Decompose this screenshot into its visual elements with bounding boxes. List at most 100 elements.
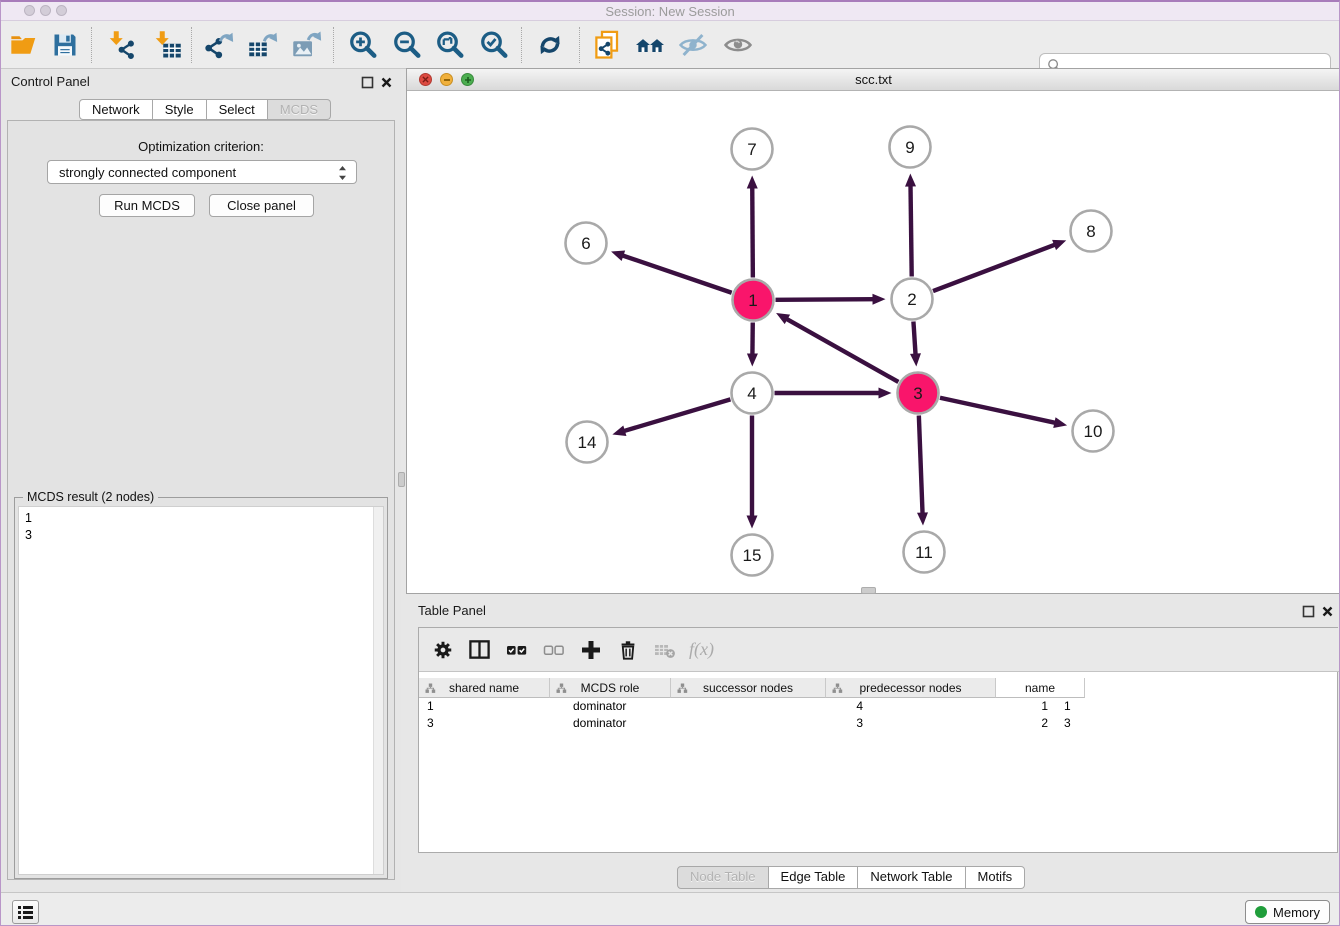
float-panel-icon[interactable] bbox=[361, 76, 374, 89]
function-icon: f(x) bbox=[689, 639, 714, 660]
open-session-button[interactable] bbox=[5, 28, 41, 62]
delete-column-button[interactable] bbox=[612, 634, 643, 665]
tab-network[interactable]: Network bbox=[79, 99, 153, 120]
cell-predecessor-nodes[interactable]: 2 bbox=[871, 715, 1056, 732]
tab-network-table[interactable]: Network Table bbox=[858, 866, 965, 889]
select-all-button[interactable] bbox=[501, 634, 532, 665]
import-network-button[interactable] bbox=[103, 28, 139, 62]
graph-edge-1-2[interactable] bbox=[775, 299, 874, 300]
cell-name[interactable]: 3 bbox=[1056, 715, 1160, 732]
sort-hierarchy-icon bbox=[677, 683, 688, 694]
mcds-panel-body: Optimization criterion: strongly connect… bbox=[7, 120, 395, 880]
eye-icon bbox=[723, 30, 753, 60]
column-header-predecessor-nodes[interactable]: predecessor nodes bbox=[826, 678, 996, 698]
clone-network-button[interactable] bbox=[589, 28, 625, 62]
float-panel-icon[interactable] bbox=[1302, 605, 1315, 618]
close-panel-button[interactable]: Close panel bbox=[209, 194, 314, 217]
network-canvas[interactable]: 7968124314101511 bbox=[407, 91, 1340, 593]
list-icon bbox=[17, 905, 34, 920]
zoom-fit-icon bbox=[435, 30, 465, 60]
show-all-button[interactable] bbox=[720, 28, 756, 62]
cell-name[interactable]: 1 bbox=[1056, 698, 1160, 715]
zoom-in-button[interactable] bbox=[345, 28, 381, 62]
column-header-label: MCDS role bbox=[581, 681, 640, 695]
graph-arrowhead-1-6 bbox=[611, 251, 625, 261]
import-table-button[interactable] bbox=[149, 28, 185, 62]
graph-edge-1-7[interactable] bbox=[752, 186, 753, 277]
node-table-container: f(x) shared name MCDS role successor nodes… bbox=[418, 627, 1338, 853]
graph-edge-3-11[interactable] bbox=[919, 415, 923, 514]
graph-edge-3-10[interactable] bbox=[940, 398, 1056, 423]
zoom-in-icon bbox=[348, 30, 378, 60]
zoom-selected-button[interactable] bbox=[476, 28, 512, 62]
graph-edge-2-3[interactable] bbox=[913, 321, 915, 355]
close-panel-icon[interactable] bbox=[380, 76, 393, 89]
toolbar-separator bbox=[333, 27, 334, 63]
toolbar-separator bbox=[579, 27, 580, 63]
zoom-fit-button[interactable] bbox=[432, 28, 468, 62]
cell-mcds-role[interactable]: dominator bbox=[565, 715, 701, 732]
table-row-2[interactable]: 3dominator323 bbox=[419, 715, 1337, 732]
export-network-button[interactable] bbox=[201, 28, 237, 62]
open-folder-icon bbox=[8, 31, 38, 59]
export-image-button[interactable] bbox=[289, 28, 325, 62]
close-panel-icon[interactable] bbox=[1321, 605, 1334, 618]
cell-successor-nodes[interactable]: 4 bbox=[701, 698, 871, 715]
run-mcds-button[interactable]: Run MCDS bbox=[99, 194, 195, 217]
table-panel: Table Panel bbox=[406, 597, 1340, 892]
graph-node-label-14: 14 bbox=[578, 433, 597, 452]
table-row-1[interactable]: 1dominator411 bbox=[419, 698, 1337, 715]
memory-button[interactable]: Memory bbox=[1245, 900, 1330, 924]
tab-motifs[interactable]: Motifs bbox=[966, 866, 1026, 889]
column-header-label: name bbox=[1025, 681, 1055, 695]
column-header-mcds-role[interactable]: MCDS role bbox=[550, 678, 671, 698]
cell-successor-nodes[interactable]: 3 bbox=[701, 715, 871, 732]
result-scrollbar[interactable] bbox=[373, 507, 383, 874]
cell-shared-name[interactable]: 3 bbox=[419, 715, 565, 732]
export-table-button[interactable] bbox=[245, 28, 281, 62]
add-column-button[interactable] bbox=[575, 634, 606, 665]
control-panel-tabs: NetworkStyleSelectMCDS bbox=[79, 99, 331, 120]
tab-edge-table[interactable]: Edge Table bbox=[769, 866, 859, 889]
tab-select[interactable]: Select bbox=[207, 99, 268, 120]
graph-edge-2-9[interactable] bbox=[910, 184, 911, 276]
cell-mcds-role[interactable]: dominator bbox=[565, 698, 701, 715]
hide-selected-button[interactable] bbox=[675, 28, 711, 62]
graph-edge-4-14[interactable] bbox=[623, 399, 730, 431]
network-title: scc.txt bbox=[407, 72, 1340, 87]
save-session-button[interactable] bbox=[47, 28, 83, 62]
horizontal-splitter-handle[interactable] bbox=[861, 587, 876, 594]
graph-node-label-1: 1 bbox=[748, 291, 757, 310]
table-settings-button[interactable] bbox=[427, 634, 458, 665]
network-graph[interactable]: 7968124314101511 bbox=[407, 91, 1340, 593]
column-chooser-button[interactable] bbox=[464, 634, 495, 665]
graph-node-label-9: 9 bbox=[905, 138, 914, 157]
graph-edge-3-1[interactable] bbox=[786, 318, 899, 382]
gear-icon bbox=[432, 639, 454, 661]
optimization-criterion-dropdown[interactable]: strongly connected component bbox=[47, 160, 357, 184]
export-image-icon bbox=[292, 30, 322, 60]
delete-table-button[interactable] bbox=[649, 634, 680, 665]
cell-predecessor-nodes[interactable]: 1 bbox=[871, 698, 1056, 715]
function-builder-button[interactable]: f(x) bbox=[686, 634, 717, 665]
mcds-result-textarea[interactable]: 1 3 bbox=[18, 506, 384, 875]
tab-style[interactable]: Style bbox=[153, 99, 207, 120]
show-panels-button[interactable] bbox=[12, 900, 39, 924]
graph-edge-1-6[interactable] bbox=[621, 255, 731, 293]
dropdown-selected-value: strongly connected component bbox=[59, 165, 236, 180]
deselect-all-button[interactable] bbox=[538, 634, 569, 665]
apply-layout-button[interactable] bbox=[532, 28, 568, 62]
tab-node-table[interactable]: Node Table bbox=[677, 866, 769, 889]
column-header-shared-name[interactable]: shared name bbox=[419, 678, 550, 698]
network-window-titlebar[interactable]: scc.txt bbox=[407, 69, 1340, 91]
table-toolbar: f(x) bbox=[419, 628, 1340, 672]
column-header-successor-nodes[interactable]: successor nodes bbox=[671, 678, 826, 698]
graph-arrowhead-1-7 bbox=[747, 175, 758, 188]
graph-edge-2-8[interactable] bbox=[933, 244, 1056, 291]
zoom-out-button[interactable] bbox=[389, 28, 425, 62]
vertical-splitter-handle[interactable] bbox=[398, 472, 405, 487]
tab-mcds[interactable]: MCDS bbox=[268, 99, 331, 120]
column-header-name[interactable]: name bbox=[996, 678, 1085, 698]
cell-shared-name[interactable]: 1 bbox=[419, 698, 565, 715]
first-neighbors-button[interactable] bbox=[632, 28, 668, 62]
